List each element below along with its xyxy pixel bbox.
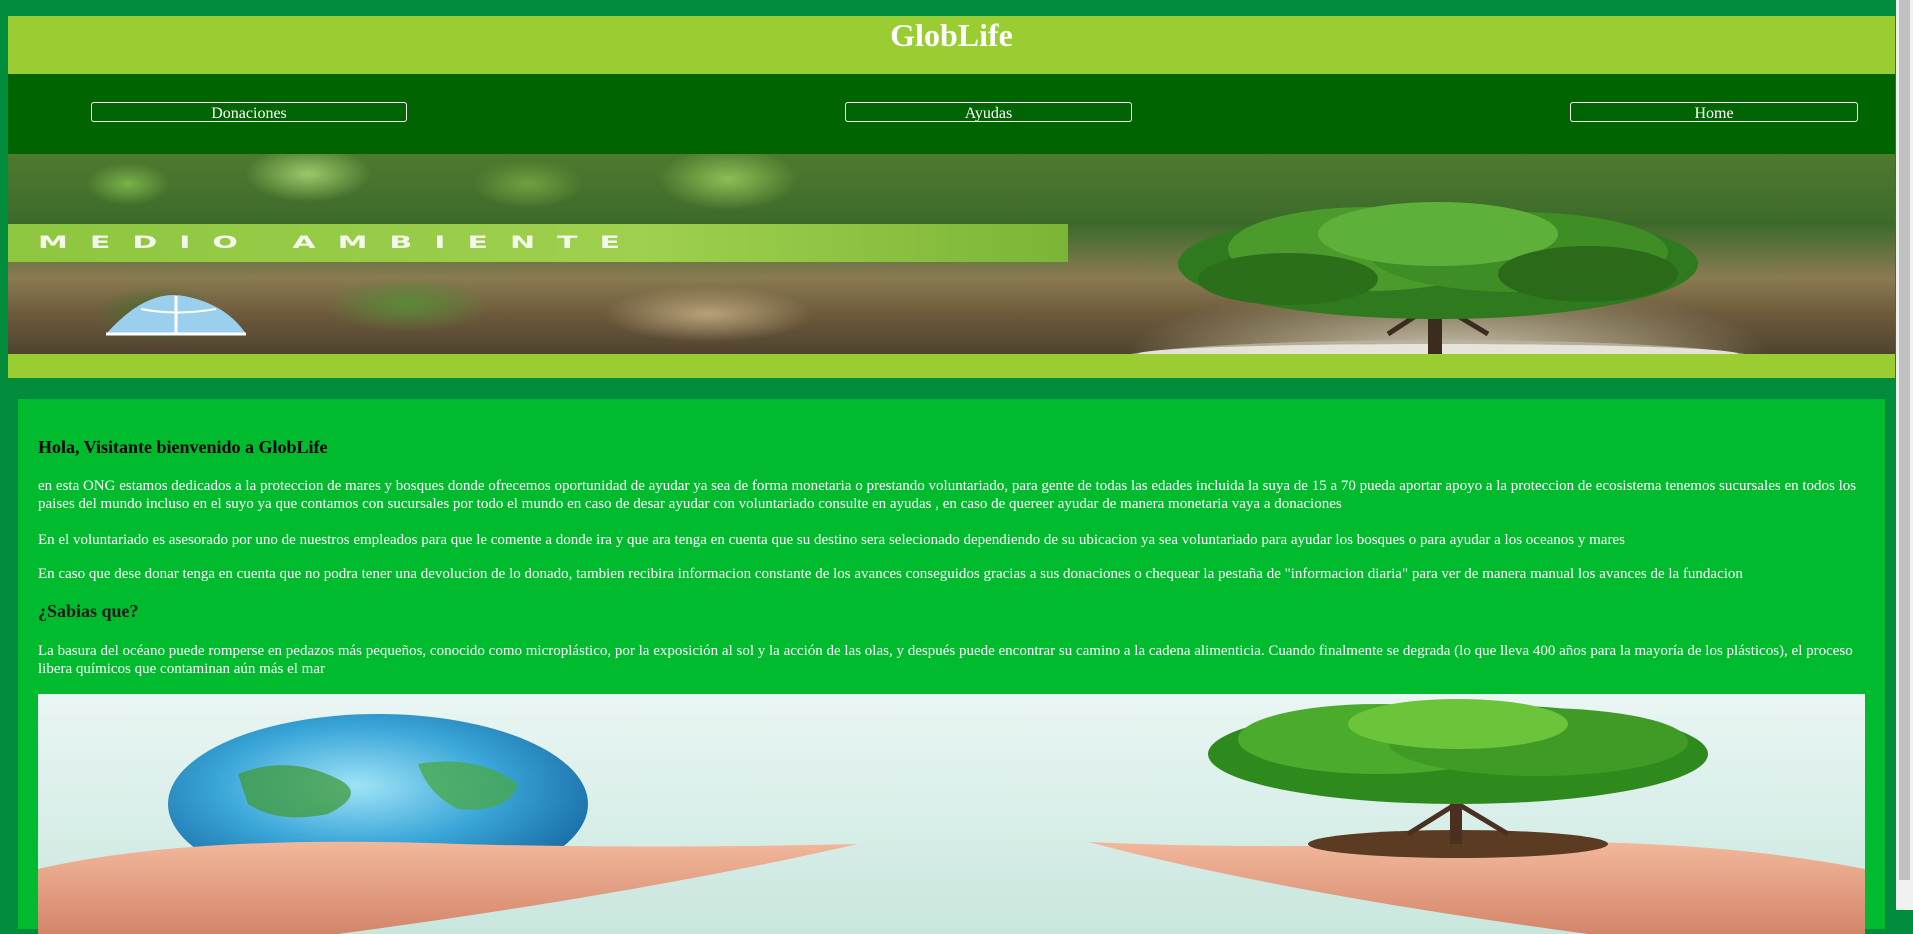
nav-home-button[interactable]: Home: [1570, 102, 1858, 122]
banner-text: MEDIO AMBIENTE: [38, 233, 643, 253]
donation-paragraph: En caso que dese donar tenga en cuenta q…: [38, 566, 1743, 582]
fact-heading: ¿Sabias que?: [38, 601, 139, 621]
intro-paragraph: en esta ONG estamos dedicados a la prote…: [38, 478, 1857, 512]
fact-paragraph: La basura del océano puede romperse en p…: [38, 643, 1853, 677]
site-title: GlobLife: [890, 17, 1013, 53]
nav-donaciones-button[interactable]: Donaciones: [91, 102, 407, 122]
leaf-logo-icon: [106, 295, 246, 336]
scrollbar-thumb[interactable]: [1899, 0, 1910, 880]
page-wrapper: GlobLife Donaciones Ayudas Home MEDIO AM…: [8, 16, 1895, 378]
vertical-scrollbar[interactable]: [1896, 0, 1913, 910]
nav-bar: Donaciones Ayudas Home: [8, 74, 1895, 154]
hands-earth-tree-illustration: [38, 699, 1865, 934]
main-content: Hola, Visitante bienvenido a GlobLife en…: [18, 399, 1885, 934]
banner-image: MEDIO AMBIENTE: [8, 154, 1895, 354]
welcome-heading: Hola, Visitante bienvenido a GlobLife: [38, 437, 328, 457]
nav-ayudas-button[interactable]: Ayudas: [845, 102, 1132, 122]
volunteer-paragraph: En el voluntariado es asesorado por uno …: [38, 532, 1625, 548]
banner-bottom-strip: [8, 354, 1895, 378]
hero-image: [38, 694, 1865, 934]
title-bar: GlobLife: [8, 16, 1895, 74]
tree-illustration: [1130, 202, 1746, 354]
